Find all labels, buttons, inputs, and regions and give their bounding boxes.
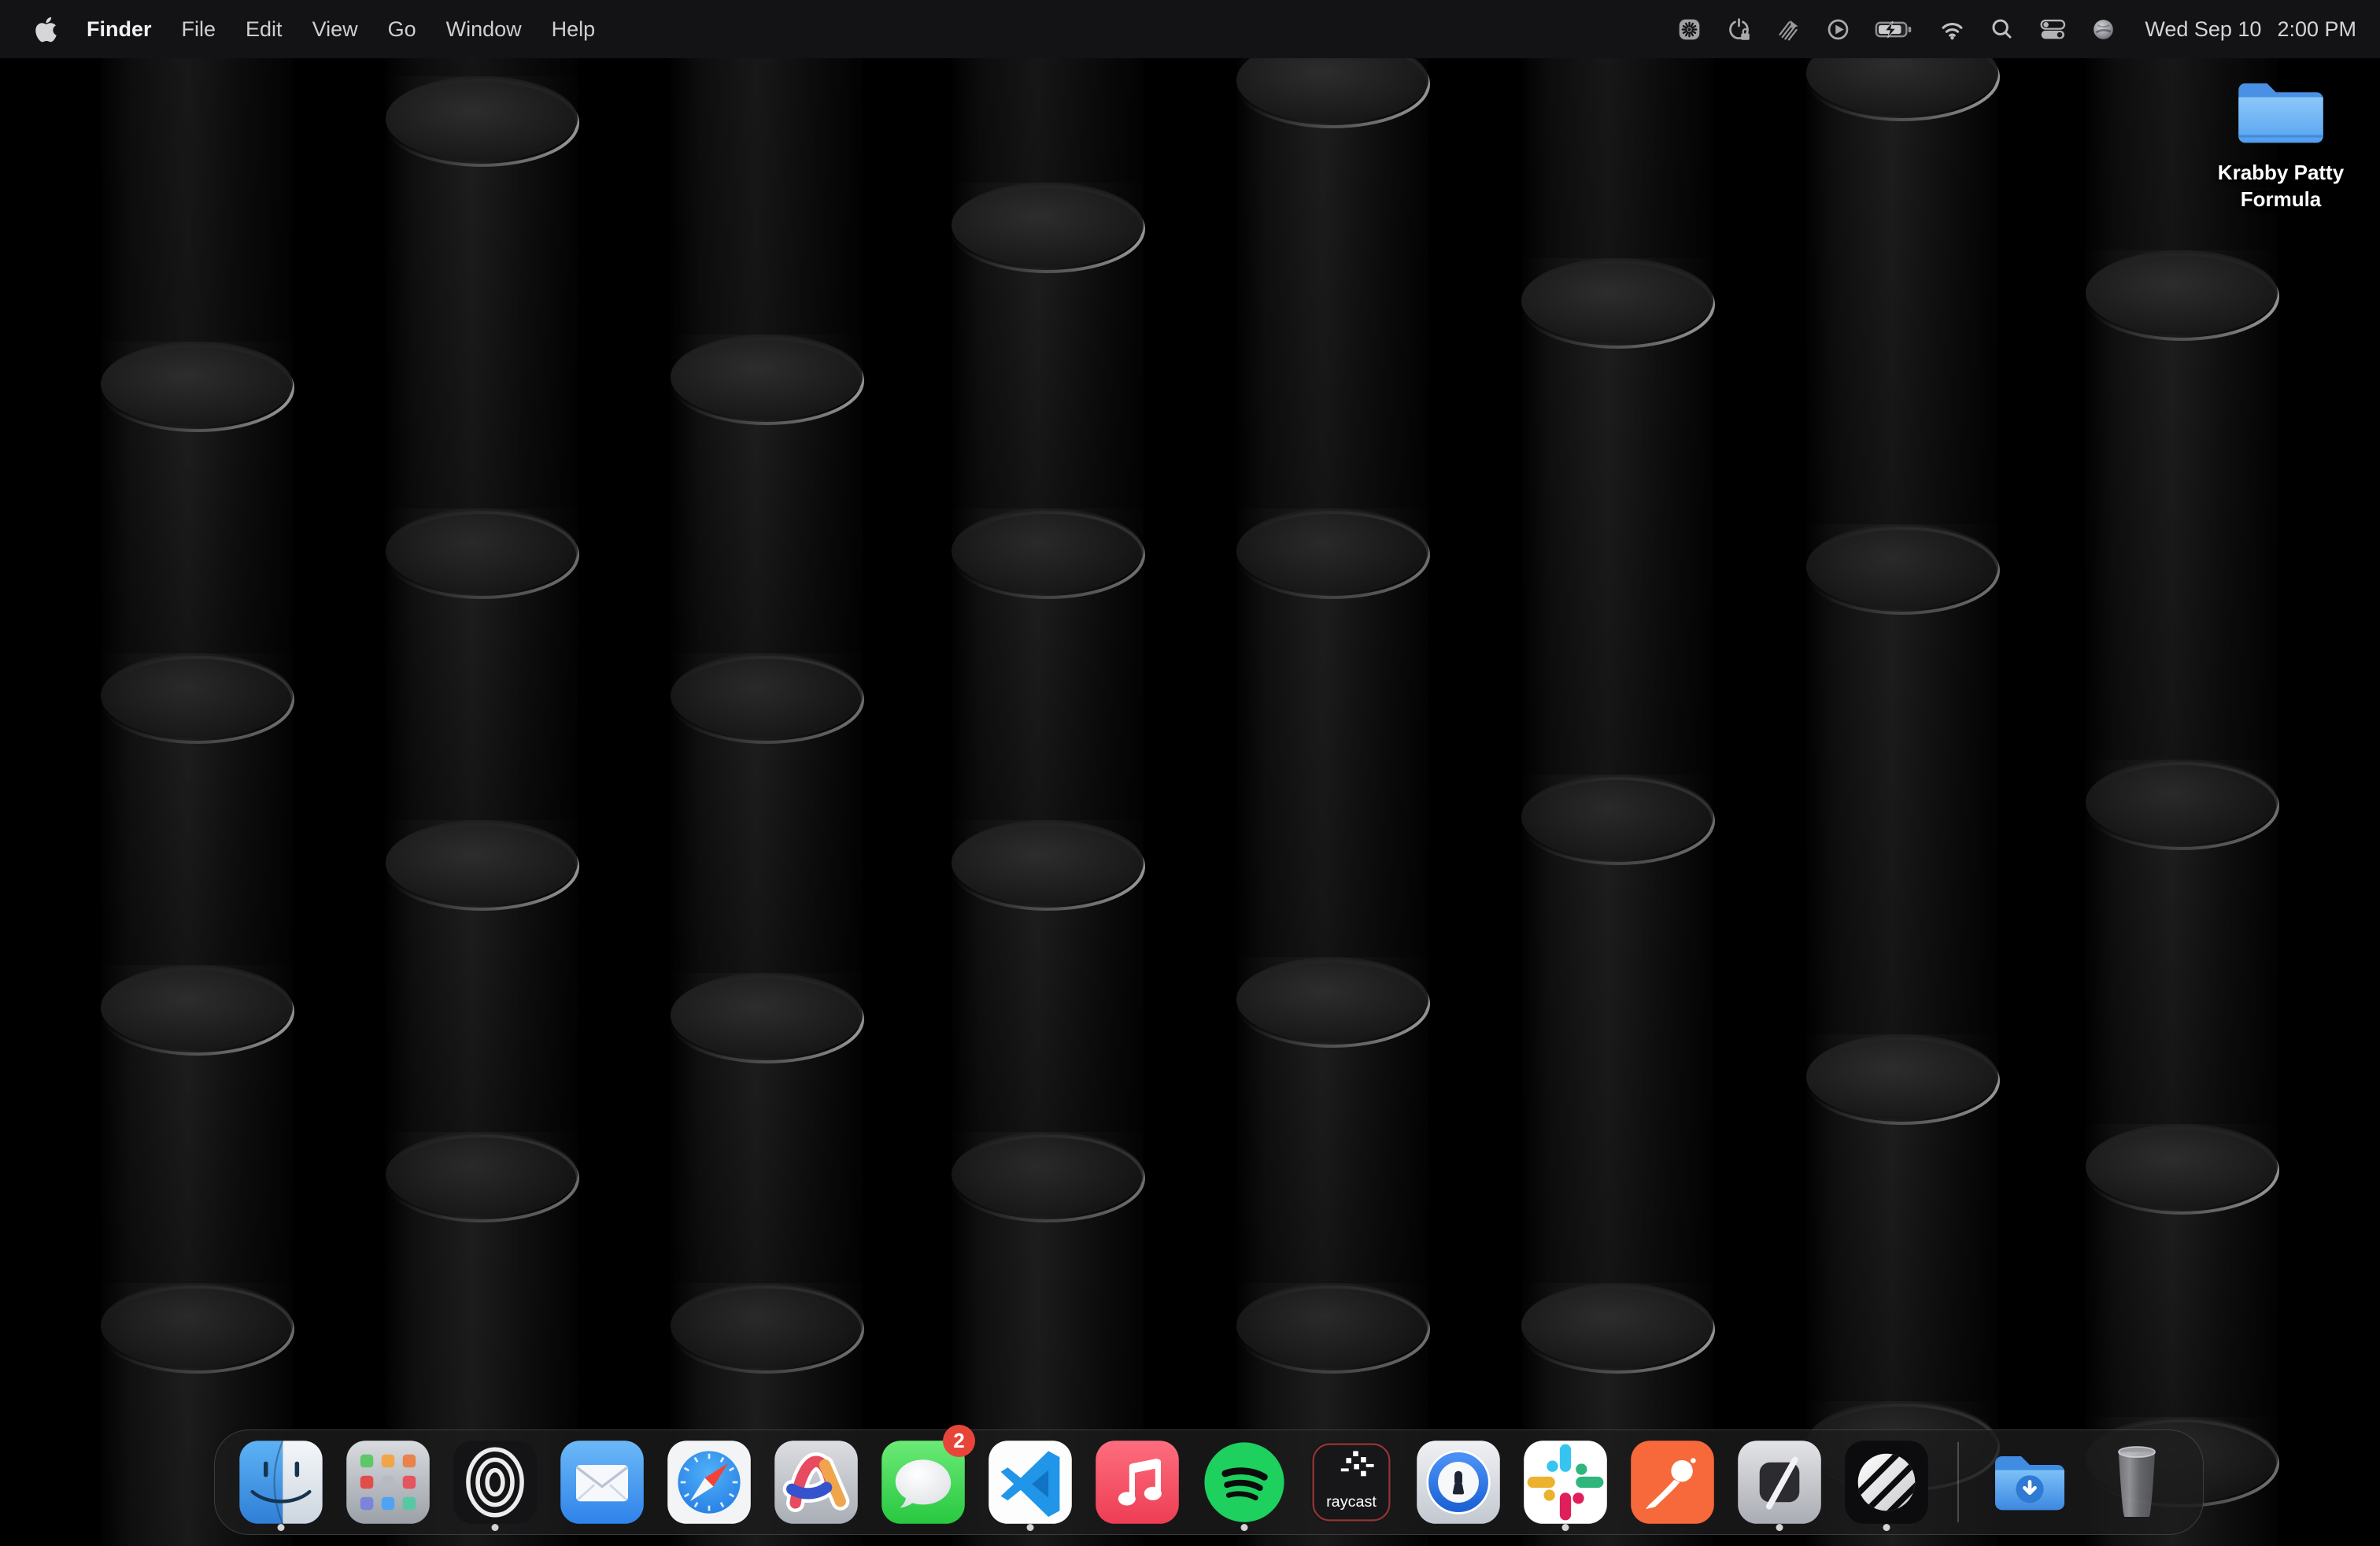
dock-item-raycast[interactable]: raycast	[1308, 1430, 1395, 1533]
dock-item-arc[interactable]	[773, 1430, 859, 1533]
menu-item-help[interactable]: Help	[537, 0, 611, 58]
dock-item-slack[interactable]	[1522, 1430, 1609, 1533]
running-indicator	[1883, 1524, 1890, 1531]
finder-icon	[238, 1439, 324, 1526]
menu-item-go[interactable]: Go	[373, 0, 431, 58]
dock-item-messages[interactable]: 2	[880, 1430, 966, 1533]
menu-bar: FinderFileEditViewGoWindowHelp Wed Sep 1…	[0, 0, 2380, 58]
running-indicator	[278, 1524, 285, 1531]
safari-icon	[666, 1439, 752, 1526]
trash-icon	[2094, 1439, 2180, 1526]
menu-date: Wed Sep 10	[2145, 17, 2261, 42]
menu-bar-left: FinderFileEditViewGoWindowHelp	[28, 0, 610, 58]
menu-item-window[interactable]: Window	[431, 0, 537, 58]
menu-item-edit[interactable]: Edit	[231, 0, 298, 58]
dock-item-launchpad[interactable]	[345, 1430, 431, 1533]
menu-item-file[interactable]: File	[167, 0, 231, 58]
menu-time: 2:00 PM	[2277, 17, 2356, 42]
menu-item-view[interactable]: View	[298, 0, 373, 58]
dock: 2 raycast	[214, 1429, 2204, 1535]
dock-item-safari[interactable]	[666, 1430, 752, 1533]
apple-logo-icon	[33, 17, 59, 43]
menu-item-finder[interactable]: Finder	[72, 0, 167, 58]
battery-charging-icon[interactable]	[1875, 17, 1915, 43]
dock-item-vscode[interactable]	[987, 1430, 1074, 1533]
svg-text:raycast: raycast	[1326, 1493, 1377, 1511]
folder-label-line1: Krabby Patty	[2218, 159, 2344, 186]
control-center-icon[interactable]	[2038, 17, 2068, 43]
app-menu-items: FinderFileEditViewGoWindowHelp	[72, 0, 610, 58]
postman-icon	[1629, 1439, 1716, 1526]
linear-icon	[1843, 1439, 1930, 1526]
folder-label-line2: Formula	[2241, 186, 2322, 213]
dock-item-postman[interactable]	[1629, 1430, 1716, 1533]
rings-app-icon	[452, 1439, 538, 1526]
downloads-icon	[1986, 1439, 2073, 1526]
notification-badge: 2	[943, 1425, 975, 1457]
dock-item-downloads[interactable]	[1986, 1430, 2073, 1533]
slack-icon	[1522, 1439, 1609, 1526]
desktop: FinderFileEditViewGoWindowHelp Wed Sep 1…	[0, 0, 2380, 1546]
starburst-icon[interactable]	[1676, 17, 1702, 43]
folder-label: Krabby Patty Formula	[2218, 159, 2344, 213]
desktop-folder-krabby-patty-formula[interactable]: Krabby Patty Formula	[2204, 69, 2358, 213]
mail-icon	[559, 1439, 645, 1526]
running-indicator	[1776, 1524, 1783, 1531]
spotify-icon	[1201, 1439, 1288, 1526]
desktop-wallpaper	[0, 0, 2380, 1546]
running-indicator	[1562, 1524, 1569, 1531]
dock-item-music[interactable]	[1094, 1430, 1181, 1533]
menu-clock[interactable]: Wed Sep 10 2:00 PM	[2145, 17, 2356, 42]
dock-item-finder[interactable]	[238, 1430, 324, 1533]
slash-app-icon	[1736, 1439, 1823, 1526]
dock-item-slash-app[interactable]	[1736, 1430, 1823, 1533]
wifi-icon[interactable]	[1939, 17, 1965, 43]
now-playing-icon[interactable]	[1825, 17, 1851, 43]
running-indicator	[1027, 1524, 1034, 1531]
onepassword-icon	[1415, 1439, 1502, 1526]
dock-item-trash[interactable]	[2094, 1430, 2180, 1533]
power-lock-icon[interactable]	[1726, 17, 1752, 43]
apple-menu[interactable]	[28, 17, 72, 43]
striped-privacy-icon[interactable]	[1776, 17, 1802, 43]
dock-item-mail[interactable]	[559, 1430, 645, 1533]
dock-item-spotify[interactable]	[1201, 1430, 1288, 1533]
menu-bar-status: Wed Sep 10 2:00 PM	[1676, 0, 2356, 58]
raycast-icon: raycast	[1308, 1439, 1395, 1526]
vscode-icon	[987, 1439, 1074, 1526]
sphere-icon[interactable]	[2090, 17, 2116, 43]
status-icon-row	[1676, 17, 2116, 43]
folder-icon	[2232, 69, 2330, 151]
running-indicator	[1241, 1524, 1248, 1531]
running-indicator	[492, 1524, 499, 1531]
music-icon	[1094, 1439, 1181, 1526]
dock-item-linear[interactable]	[1843, 1430, 1930, 1533]
dock-item-onepassword[interactable]	[1415, 1430, 1502, 1533]
arc-icon	[773, 1439, 859, 1526]
launchpad-icon	[345, 1439, 431, 1526]
dock-item-rings-app[interactable]	[452, 1430, 538, 1533]
dock-separator	[1957, 1442, 1959, 1522]
spotlight-search-icon[interactable]	[1989, 17, 2015, 43]
